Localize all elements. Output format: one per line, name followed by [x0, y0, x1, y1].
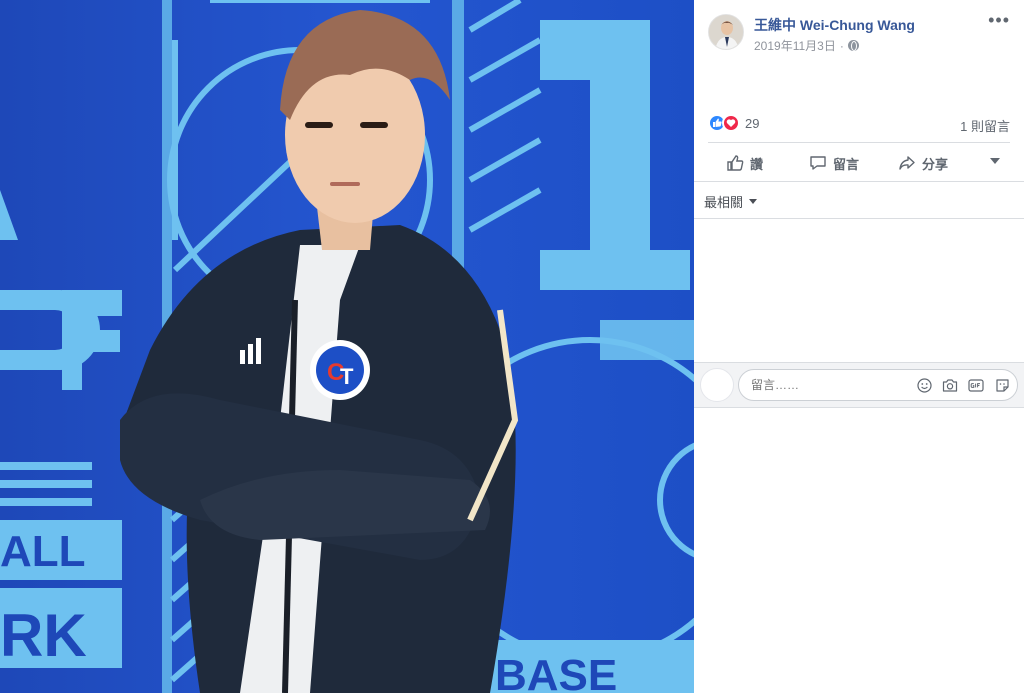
avatar-image — [709, 15, 743, 49]
divider — [694, 181, 1024, 182]
like-label: 讚 — [750, 156, 764, 172]
reactions-bar: 29 1 則留言 — [708, 112, 1010, 134]
more-icon[interactable]: ••• — [988, 10, 1010, 31]
svg-text:ALL: ALL — [0, 527, 86, 576]
author-name[interactable]: 王維中 Wei-Chung Wang — [754, 15, 915, 35]
reaction-icons[interactable] — [708, 114, 740, 132]
comment-label: 留言 — [833, 156, 860, 172]
thumbs-up-icon — [727, 155, 744, 171]
love-reaction-icon — [722, 114, 740, 132]
emoji-icon[interactable] — [916, 377, 932, 393]
divider — [694, 218, 1024, 219]
post-date[interactable]: 2019年11月3日 — [754, 37, 836, 54]
gif-icon[interactable] — [968, 377, 984, 393]
author-avatar[interactable] — [708, 14, 744, 50]
comment-composer — [694, 362, 1024, 408]
reaction-count[interactable]: 29 — [745, 116, 759, 131]
photo-viewer[interactable]: ALL RK BASE C T — [0, 0, 694, 693]
globe-icon[interactable] — [847, 40, 859, 51]
share-button[interactable]: 分享 — [898, 146, 948, 180]
comment-count[interactable]: 1 則留言 — [960, 116, 1010, 135]
share-label: 分享 — [922, 156, 949, 172]
post-header: 王維中 Wei-Chung Wang 2019年11月3日 · ••• — [694, 0, 1024, 60]
chevron-down-icon[interactable] — [990, 158, 1000, 164]
caret-down-icon — [749, 199, 758, 204]
comment-sort-dropdown[interactable]: 最相關 — [704, 192, 758, 211]
comment-button[interactable]: 留言 — [809, 146, 859, 180]
post-actions: 讚 留言 分享 — [708, 146, 1010, 180]
svg-text:T: T — [340, 364, 354, 389]
meta-separator: · — [839, 38, 844, 53]
svg-text:BASE: BASE — [495, 651, 617, 693]
divider — [708, 142, 1010, 143]
sticker-icon[interactable] — [994, 377, 1010, 393]
comment-icon — [810, 156, 826, 170]
composer-tools — [916, 377, 1010, 393]
like-button[interactable]: 讚 — [726, 146, 763, 180]
viewer-avatar — [700, 368, 734, 402]
post-side-panel: 王維中 Wei-Chung Wang 2019年11月3日 · ••• 29 1… — [694, 0, 1024, 693]
camera-icon[interactable] — [942, 377, 958, 393]
sort-label: 最相關 — [704, 195, 744, 210]
post-meta: 2019年11月3日 · — [754, 37, 859, 54]
post-photo: ALL RK BASE C T — [0, 0, 694, 693]
share-icon — [899, 156, 915, 170]
svg-text:RK: RK — [0, 602, 87, 669]
